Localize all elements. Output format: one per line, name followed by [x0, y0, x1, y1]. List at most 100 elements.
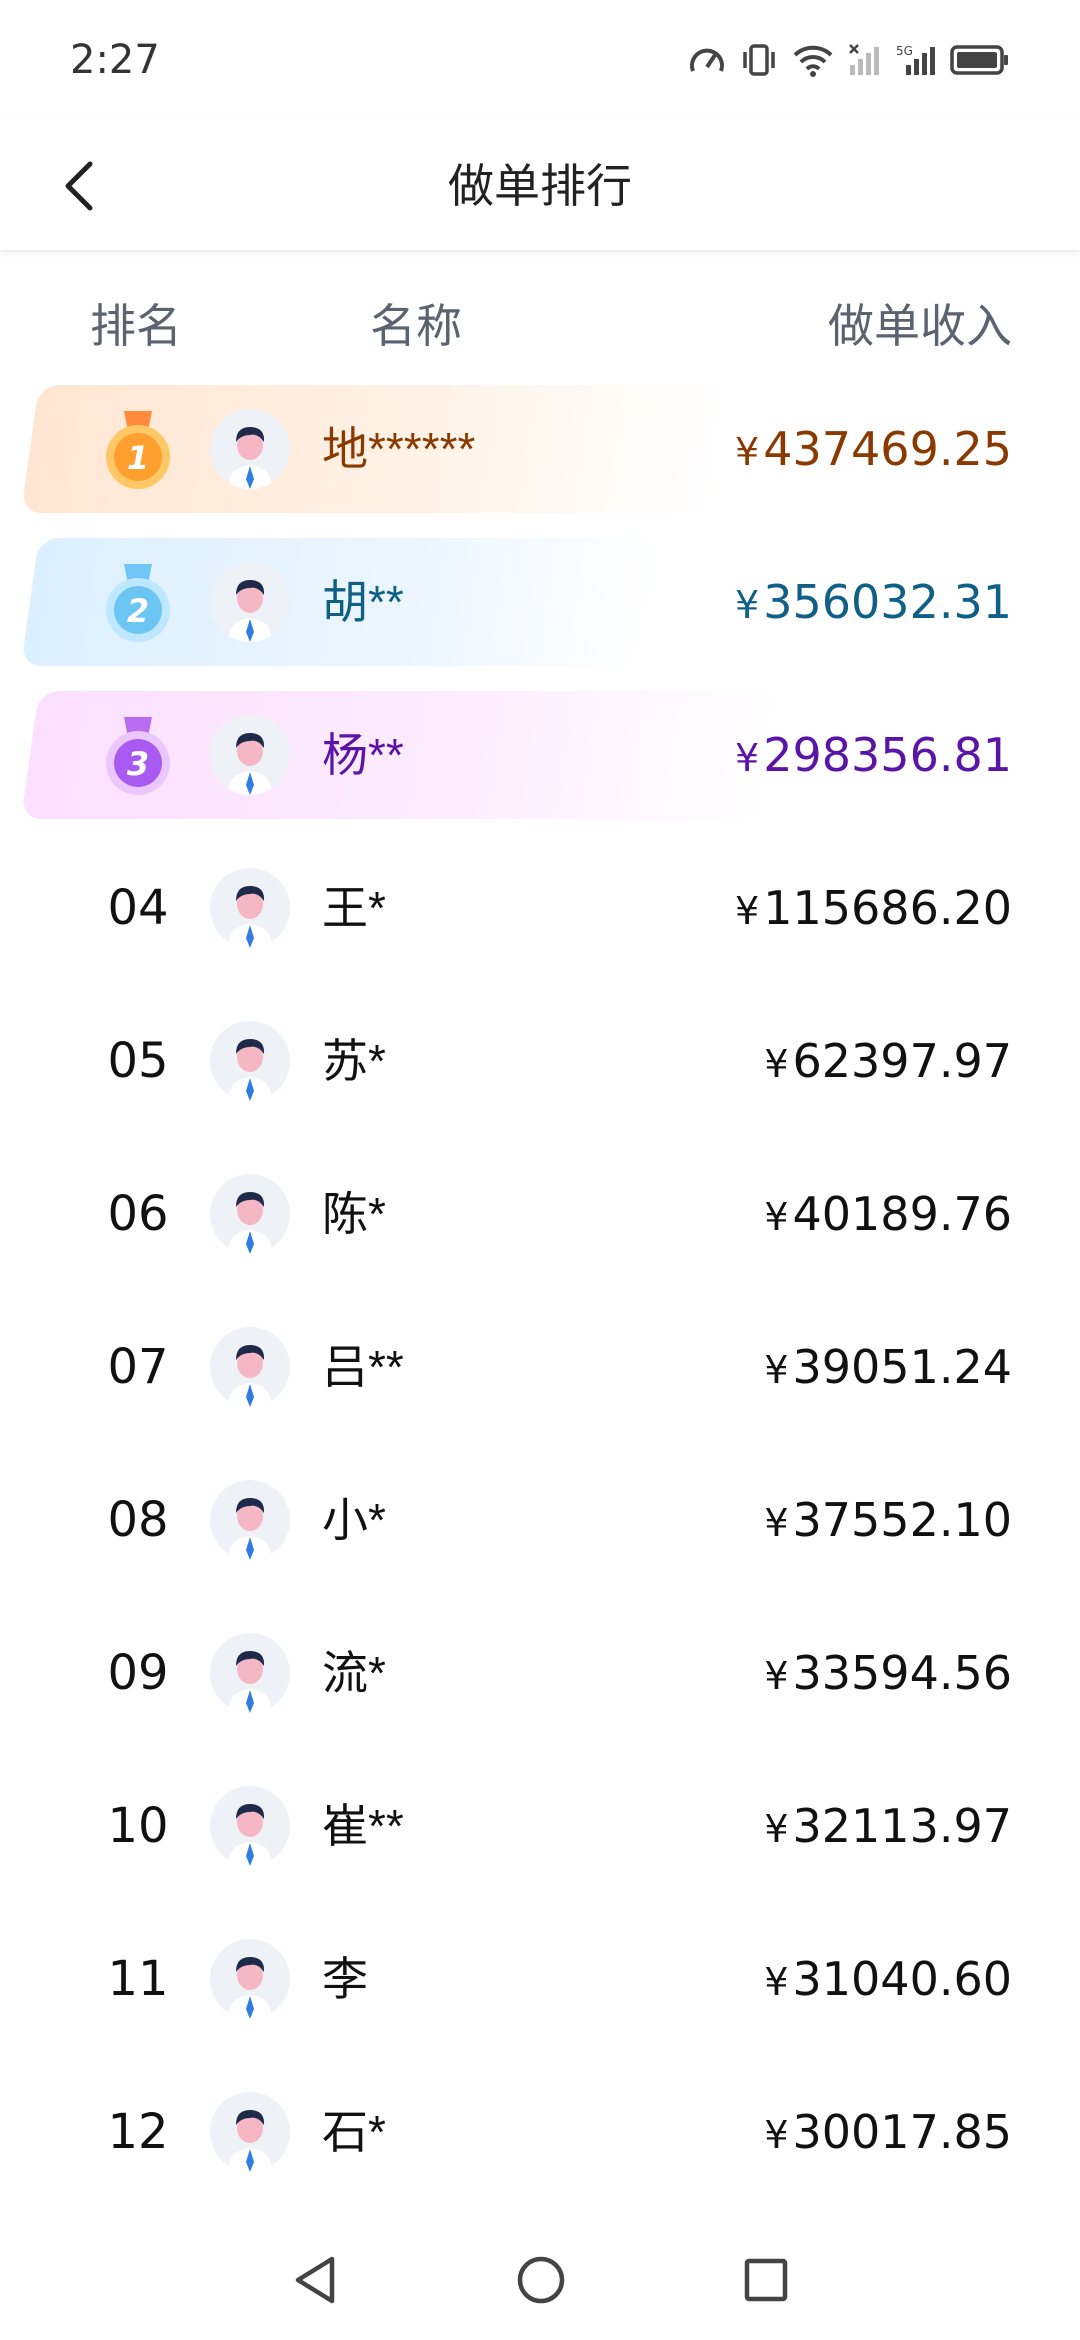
user-name: 杨** — [322, 729, 404, 781]
currency-symbol: ¥ — [735, 736, 760, 780]
avatar — [210, 1327, 290, 1407]
rank-medal: 2 — [98, 560, 178, 646]
user-name: 地****** — [322, 423, 476, 475]
bronze-medal-icon: 3 — [106, 717, 170, 795]
currency-symbol: ¥ — [764, 1501, 789, 1545]
recents-square-icon[interactable] — [742, 2256, 790, 2304]
home-circle-icon[interactable] — [515, 2254, 567, 2306]
income-value: 31040.60 — [792, 1952, 1013, 2006]
income-value: 40189.76 — [792, 1187, 1013, 1241]
income-amount: ¥30017.85 — [764, 2056, 1012, 2209]
vibrate-icon — [743, 44, 775, 76]
column-income-header: 做单收入 — [828, 300, 1012, 352]
speed-icon — [690, 48, 724, 72]
ranking-row[interactable]: 06 陈* ¥40189.76 — [0, 1138, 1080, 1291]
income-amount: ¥298356.81 — [735, 679, 1012, 832]
income-value: 437469.25 — [763, 422, 1012, 476]
column-name-header: 名称 — [370, 300, 462, 352]
user-avatar-icon — [210, 1939, 290, 2019]
income-amount: ¥33594.56 — [764, 1597, 1012, 1750]
ranking-row[interactable]: 1 地****** ¥437469.25 — [0, 373, 1080, 526]
user-name: 胡** — [322, 576, 404, 628]
avatar — [210, 409, 290, 489]
income-value: 33594.56 — [792, 1646, 1013, 1700]
rank-number: 08 — [107, 1492, 169, 1548]
battery-icon — [950, 45, 1008, 75]
avatar — [210, 1174, 290, 1254]
ranking-row[interactable]: 09 流* ¥33594.56 — [0, 1597, 1080, 1750]
rank-number: 09 — [107, 1645, 169, 1701]
currency-symbol: ¥ — [735, 583, 760, 627]
ranking-row[interactable]: 11 李 ¥31040.60 — [0, 1903, 1080, 2056]
gold-medal-icon: 1 — [106, 411, 170, 489]
column-header: 排名 名称 做单收入 — [0, 260, 1080, 370]
currency-symbol: ¥ — [764, 1654, 789, 1698]
avatar — [210, 562, 290, 642]
income-amount: ¥356032.31 — [735, 526, 1012, 679]
user-avatar-icon — [210, 1786, 290, 1866]
income-value: 115686.20 — [763, 881, 1012, 935]
rank-number: 05 — [107, 1033, 169, 1089]
avatar — [210, 1939, 290, 2019]
ranking-row[interactable]: 07 吕** ¥39051.24 — [0, 1291, 1080, 1444]
income-amount: ¥31040.60 — [764, 1903, 1012, 2056]
ranking-row[interactable]: 05 苏* ¥62397.97 — [0, 985, 1080, 1138]
currency-symbol: ¥ — [764, 1042, 789, 1086]
svg-text:5G: 5G — [896, 44, 913, 58]
ranking-row[interactable]: 10 崔** ¥32113.97 — [0, 1750, 1080, 1903]
income-amount: ¥32113.97 — [764, 1750, 1012, 1903]
rank-number: 07 — [107, 1339, 169, 1395]
ranking-row[interactable]: 12 石* ¥30017.85 — [0, 2056, 1080, 2209]
avatar — [210, 1480, 290, 1560]
income-value: 62397.97 — [792, 1034, 1013, 1088]
user-name: 石* — [322, 2106, 386, 2158]
currency-symbol: ¥ — [764, 1960, 789, 2004]
income-amount: ¥115686.20 — [735, 832, 1012, 985]
user-avatar-icon — [210, 1480, 290, 1560]
svg-text:1: 1 — [127, 439, 149, 477]
user-name: 流* — [322, 1647, 386, 1699]
ranking-list: 1 地****** ¥437469.25 2 胡** ¥356032.31 3 杨*… — [0, 373, 1080, 2209]
user-avatar-icon — [210, 2092, 290, 2172]
rank-number: 10 — [107, 1798, 169, 1854]
avatar — [210, 1633, 290, 1713]
income-value: 39051.24 — [792, 1340, 1013, 1394]
signal-icon — [849, 44, 879, 75]
user-name: 陈* — [322, 1188, 386, 1240]
currency-symbol: ¥ — [764, 1807, 789, 1851]
status-bar: 2:27 5G — [0, 0, 1080, 120]
currency-symbol: ¥ — [735, 430, 760, 474]
user-avatar-icon — [210, 868, 290, 948]
user-name: 崔** — [322, 1800, 404, 1852]
income-value: 30017.85 — [792, 2105, 1013, 2159]
user-avatar-icon — [210, 715, 290, 795]
system-nav-bar — [0, 2220, 1080, 2340]
currency-symbol: ¥ — [735, 889, 760, 933]
income-amount: ¥39051.24 — [764, 1291, 1012, 1444]
back-triangle-icon[interactable] — [290, 2254, 340, 2306]
user-avatar-icon — [210, 1327, 290, 1407]
svg-text:2: 2 — [127, 592, 149, 630]
ranking-row[interactable]: 04 王* ¥115686.20 — [0, 832, 1080, 985]
income-value: 37552.10 — [792, 1493, 1013, 1547]
ranking-row[interactable]: 2 胡** ¥356032.31 — [0, 526, 1080, 679]
income-amount: ¥40189.76 — [764, 1138, 1012, 1291]
ranking-row[interactable]: 08 小* ¥37552.10 — [0, 1444, 1080, 1597]
avatar — [210, 868, 290, 948]
user-name: 李 — [322, 1953, 368, 2005]
5g-signal-icon: 5G — [896, 44, 935, 75]
avatar — [210, 1021, 290, 1101]
income-value: 32113.97 — [792, 1799, 1013, 1853]
currency-symbol: ¥ — [764, 2113, 789, 2157]
user-avatar-icon — [210, 1633, 290, 1713]
rank-number: 12 — [107, 2104, 169, 2160]
rank-number: 06 — [107, 1186, 169, 1242]
ranking-row[interactable]: 3 杨** ¥298356.81 — [0, 679, 1080, 832]
income-amount: ¥62397.97 — [764, 985, 1012, 1138]
user-name: 王* — [322, 882, 386, 934]
user-name: 苏* — [322, 1035, 386, 1087]
status-icons: 5G — [688, 43, 1010, 77]
rank-medal: 1 — [98, 407, 178, 493]
income-amount: ¥37552.10 — [764, 1444, 1012, 1597]
income-amount: ¥437469.25 — [735, 373, 1012, 526]
